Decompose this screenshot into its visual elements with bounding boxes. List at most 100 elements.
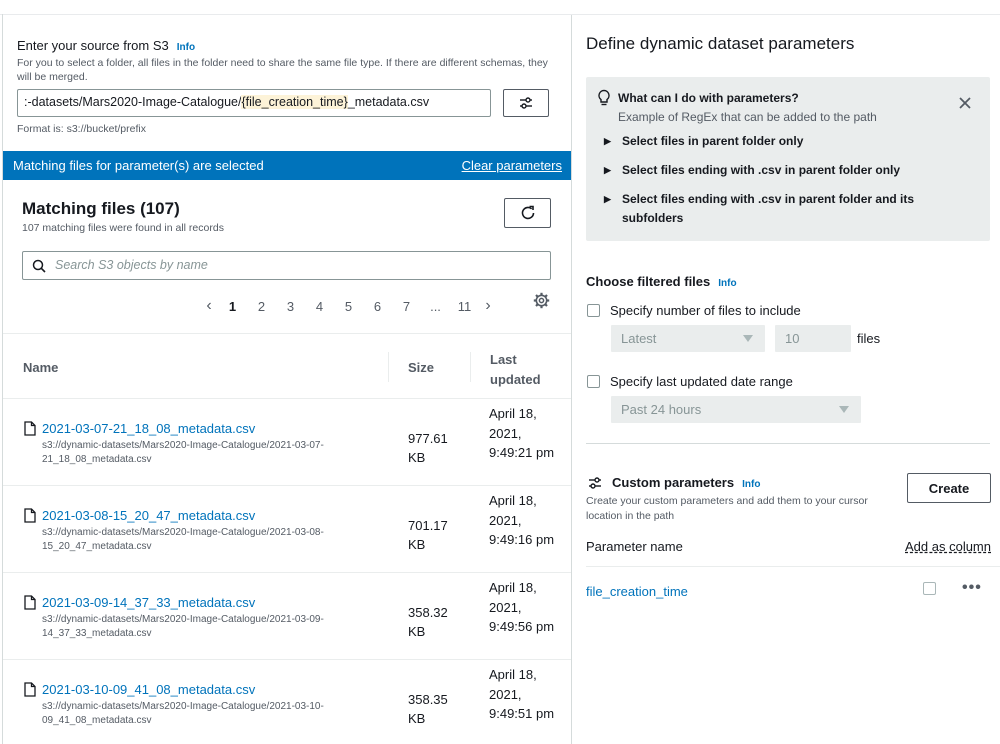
table-row[interactable]: 2021-03-08-15_20_47_metadata.csv s3://dyn…	[3, 486, 571, 573]
help-item-3[interactable]: ▶ Select files ending with .csv in parent…	[604, 190, 944, 228]
help-subtitle: Example of RegEx that can be added to th…	[618, 110, 877, 124]
file-count-select-value: Latest	[621, 331, 657, 346]
refresh-button[interactable]	[504, 198, 551, 228]
file-name-link[interactable]: 2021-03-09-14_37_33_metadata.csv	[42, 595, 255, 610]
caret-down-icon	[743, 335, 753, 342]
file-name-link[interactable]: 2021-03-10-09_41_08_metadata.csv	[42, 682, 255, 697]
help-question: What can I do with parameters?	[618, 91, 799, 105]
parameter-name-header: Parameter name	[586, 539, 683, 554]
page-11[interactable]: 11	[450, 299, 479, 314]
column-separator	[470, 352, 471, 382]
header-last-updated[interactable]: Last updated	[490, 350, 550, 390]
file-path: s3://dynamic-datasets/Mars2020-Image-Cat…	[42, 527, 324, 552]
page-ellipsis: ...	[430, 298, 441, 314]
table-row[interactable]: 2021-03-10-09_41_08_metadata.csv s3://dyn…	[3, 660, 571, 744]
custom-parameters-title: Custom parameters Info	[612, 475, 760, 490]
file-last-updated: April 18, 2021, 9:49:21 pm	[489, 406, 555, 460]
add-as-column-checkbox[interactable]	[923, 582, 936, 595]
page-3[interactable]: 3	[276, 299, 305, 314]
file-count-checkbox[interactable]	[587, 304, 600, 317]
path-parameter[interactable]: {file_creation_time}	[241, 95, 348, 109]
source-panel: Enter your source from S3 Info For you to…	[3, 15, 572, 744]
file-icon	[24, 682, 36, 700]
file-count-select[interactable]: Latest	[611, 325, 765, 352]
matching-files-subtitle: 107 matching files were found in all rec…	[22, 222, 224, 234]
caret-right-icon: ▶	[604, 165, 611, 175]
table-settings-button[interactable]	[533, 292, 550, 312]
table-row[interactable]: 2021-03-07-21_18_08_metadata.csv s3://dyn…	[3, 399, 571, 486]
filtered-files-title-text: Choose filtered files	[586, 274, 711, 289]
file-icon	[24, 421, 36, 439]
date-range-select-value: Past 24 hours	[621, 402, 702, 417]
page-1[interactable]: 1	[218, 299, 247, 314]
custom-parameters-description: Create your custom parameters and add th…	[586, 495, 868, 522]
prev-page-icon[interactable]: ‹	[200, 297, 218, 315]
gear-icon	[533, 292, 550, 309]
pagination: ‹ 1 2 3 4 5 6 7 ... 11 ›	[200, 295, 497, 317]
source-title: Enter your source from S3 Info	[17, 38, 195, 53]
table-row[interactable]: 2021-03-09-14_37_33_metadata.csv s3://dyn…	[3, 573, 571, 660]
file-size: 358.32 KB	[408, 605, 448, 639]
filtered-files-title: Choose filtered files Info	[586, 274, 737, 289]
header-size[interactable]: Size	[408, 360, 434, 375]
s3-path-input[interactable]: :-datasets/Mars2020-Image-Catalogue/{fil…	[17, 89, 491, 117]
page-7[interactable]: 7	[392, 299, 421, 314]
path-suffix: _metadata.csv	[347, 95, 430, 109]
close-icon[interactable]	[959, 97, 971, 112]
more-actions-icon[interactable]: •••	[962, 579, 982, 597]
section-divider	[586, 443, 990, 444]
help-item-text: Select files in parent folder only	[622, 134, 804, 148]
file-path: s3://dynamic-datasets/Mars2020-Image-Cat…	[42, 440, 324, 465]
header-name[interactable]: Name	[23, 360, 58, 375]
table-header: Name Size Last updated	[3, 333, 571, 399]
help-item-1[interactable]: ▶ Select files in parent folder only	[604, 132, 944, 151]
custom-info-link[interactable]: Info	[742, 479, 760, 490]
file-size: 358.35 KB	[408, 692, 448, 726]
file-count-input[interactable]: 10	[775, 325, 851, 352]
source-title-text: Enter your source from S3	[17, 38, 169, 53]
file-name-link[interactable]: 2021-03-08-15_20_47_metadata.csv	[42, 508, 255, 523]
file-icon	[24, 595, 36, 613]
caret-right-icon: ▶	[604, 136, 611, 146]
filtered-info-link[interactable]: Info	[718, 278, 736, 289]
parameter-settings-button[interactable]	[503, 89, 549, 117]
format-hint: Format is: s3://bucket/prefix	[17, 123, 146, 135]
source-description: For you to select a folder, all files in…	[17, 57, 548, 83]
path-prefix: :-datasets/Mars2020-Image-Catalogue/	[24, 95, 242, 109]
refresh-icon	[521, 205, 534, 220]
parameter-list-divider	[586, 566, 1000, 567]
file-count-unit: files	[857, 331, 881, 346]
file-last-updated: April 18, 2021, 9:49:51 pm	[489, 667, 555, 721]
sliders-icon	[520, 97, 532, 109]
parameters-title: Define dynamic dataset parameters	[586, 34, 855, 53]
next-page-icon[interactable]: ›	[479, 297, 497, 315]
create-parameter-button[interactable]: Create	[907, 473, 991, 503]
help-item-text: Select files ending with .csv in parent …	[622, 192, 915, 225]
caret-down-icon	[839, 406, 849, 413]
help-item-text: Select files ending with .csv in parent …	[622, 163, 901, 177]
column-separator	[388, 352, 389, 382]
file-icon	[24, 508, 36, 526]
selection-banner: Matching files for parameter(s) are sele…	[3, 151, 571, 180]
help-panel: What can I do with parameters? Example o…	[586, 77, 990, 241]
file-size: 977.61 KB	[408, 431, 448, 465]
parameters-panel: Define dynamic dataset parameters What c…	[572, 15, 1000, 744]
clear-parameters-link[interactable]: Clear parameters	[462, 158, 562, 173]
add-as-column-header: Add as column	[905, 539, 991, 554]
page-2[interactable]: 2	[247, 299, 276, 314]
date-range-select[interactable]: Past 24 hours	[611, 396, 861, 423]
search-input[interactable]: Search S3 objects by name	[22, 251, 551, 280]
page-6[interactable]: 6	[363, 299, 392, 314]
source-info-link[interactable]: Info	[177, 42, 195, 53]
help-item-2[interactable]: ▶ Select files ending with .csv in parent…	[604, 161, 944, 180]
parameter-link[interactable]: file_creation_time	[586, 584, 688, 599]
files-table: Name Size Last updated 2021-03-07-21_18_…	[3, 333, 571, 744]
file-last-updated: April 18, 2021, 9:49:16 pm	[489, 493, 555, 547]
file-path: s3://dynamic-datasets/Mars2020-Image-Cat…	[42, 701, 324, 726]
file-name-link[interactable]: 2021-03-07-21_18_08_metadata.csv	[42, 421, 255, 436]
page-5[interactable]: 5	[334, 299, 363, 314]
caret-right-icon: ▶	[604, 194, 611, 204]
sliders-icon	[588, 476, 602, 493]
page-4[interactable]: 4	[305, 299, 334, 314]
date-range-checkbox[interactable]	[587, 375, 600, 388]
